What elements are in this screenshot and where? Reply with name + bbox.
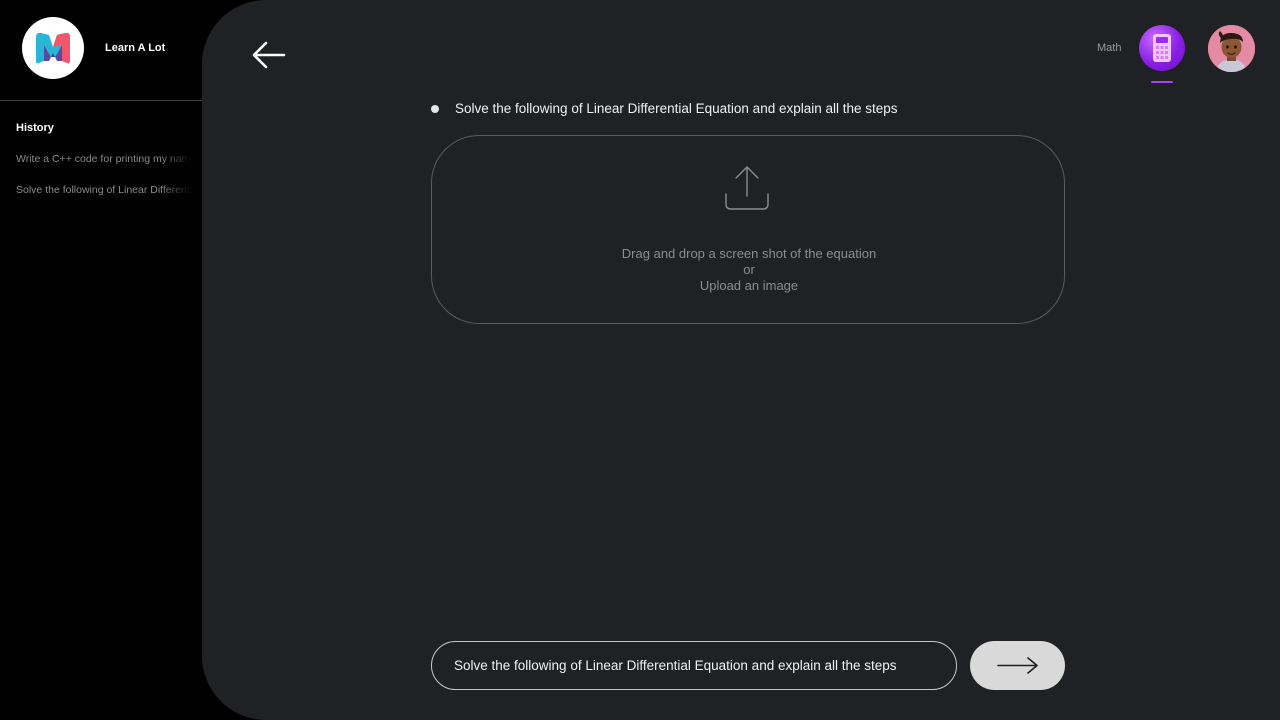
upload-icon bbox=[725, 166, 769, 210]
arrow-right-icon bbox=[997, 657, 1038, 674]
dropzone-instruction: Drag and drop a screen shot of the equat… bbox=[621, 246, 877, 261]
brand-header: Learn A Lot bbox=[0, 0, 202, 101]
question-text: Solve the following of Linear Differenti… bbox=[455, 101, 898, 116]
subject-label: Math bbox=[1097, 42, 1122, 54]
history-title: History bbox=[16, 122, 54, 134]
user-avatar-icon bbox=[1208, 25, 1255, 72]
arrow-left-icon bbox=[252, 41, 286, 69]
app-name: Learn A Lot bbox=[105, 42, 166, 54]
history-item[interactable]: Write a C++ code for printing my name bbox=[16, 153, 192, 165]
app-logo[interactable] bbox=[22, 17, 84, 79]
image-dropzone[interactable]: Drag and drop a screen shot of the equat… bbox=[431, 135, 1065, 324]
calculator-icon bbox=[1153, 34, 1171, 62]
dropzone-separator: or bbox=[743, 262, 755, 277]
bullet-icon bbox=[431, 105, 439, 113]
history-item[interactable]: Solve the following of Linear Differenti… bbox=[16, 184, 192, 196]
upload-image-link[interactable]: Upload an image bbox=[432, 278, 1066, 293]
send-button[interactable] bbox=[970, 641, 1065, 690]
sidebar: Learn A Lot History Write a C++ code for… bbox=[0, 0, 202, 720]
avatar[interactable] bbox=[1208, 25, 1255, 72]
subject-button[interactable] bbox=[1139, 25, 1185, 71]
prompt-input[interactable] bbox=[431, 641, 957, 690]
subject-active-indicator bbox=[1151, 81, 1173, 83]
back-button[interactable] bbox=[248, 38, 288, 72]
main-panel: Math Solve the following of Linear Diffe… bbox=[202, 0, 1280, 720]
